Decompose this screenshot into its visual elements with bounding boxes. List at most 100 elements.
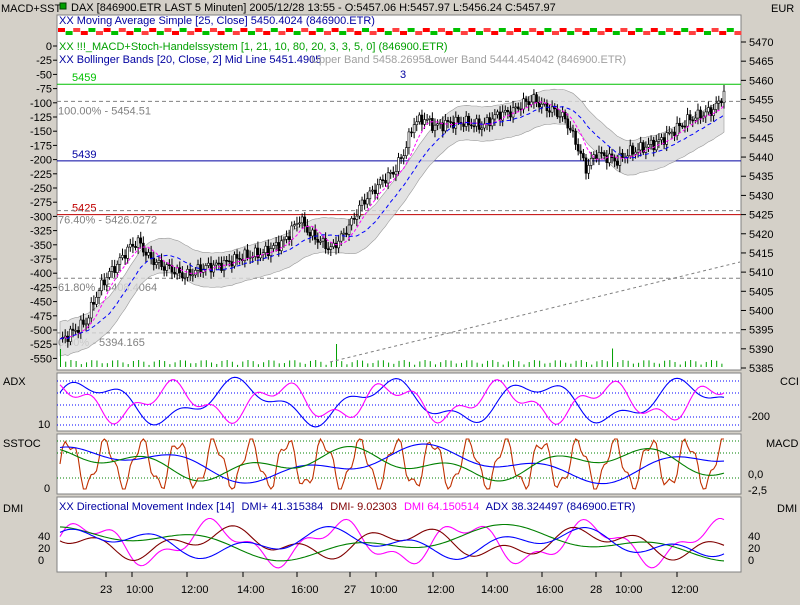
signal-cell — [422, 28, 430, 32]
candle-body — [720, 100, 723, 104]
volume-bar — [445, 360, 447, 367]
candle-body — [126, 246, 130, 259]
candle-body — [230, 261, 234, 267]
volume-bar — [263, 362, 265, 367]
candle-body — [436, 123, 439, 126]
time-axis: 23 10:00 12:00 14:00 16:00 27 10:00 12:00 14:00 1… — [100, 572, 699, 596]
candle-body — [433, 124, 437, 131]
signal-cell — [521, 31, 529, 35]
volume-bar — [247, 360, 249, 367]
candle-body — [277, 242, 281, 251]
candle-body — [337, 240, 340, 249]
signal-cell — [194, 28, 202, 32]
candle-body — [405, 147, 408, 157]
candle-body — [121, 255, 124, 259]
volume-bar — [492, 360, 494, 367]
dmi-header-title: XX Directional Movement Index [14] — [59, 501, 234, 513]
volume-bar — [580, 360, 582, 367]
candle-body — [498, 111, 502, 121]
candle-body — [579, 150, 583, 154]
candle-body — [253, 247, 257, 257]
candle-body — [707, 107, 710, 113]
candle-body — [626, 155, 629, 158]
candle-body — [673, 131, 676, 137]
left-axis-tick-label: -400 — [30, 268, 52, 280]
volume-bar — [710, 360, 712, 367]
candle-body — [597, 152, 601, 160]
dmi-right-label: DMI — [777, 503, 797, 515]
candle-body — [233, 254, 236, 267]
candle-body — [316, 239, 320, 243]
volume-bar — [617, 362, 619, 367]
signal-cell — [635, 28, 643, 32]
right-axis-tick-label: 5470 — [749, 37, 773, 49]
candle-body — [464, 115, 468, 127]
candle-body — [657, 139, 661, 142]
signal-cell — [711, 28, 719, 32]
candle-body — [634, 151, 637, 155]
candle-body — [147, 252, 150, 256]
volume-bar — [461, 362, 463, 367]
candle-body — [160, 260, 163, 267]
candle-body — [425, 119, 429, 121]
volume-bar — [65, 361, 67, 367]
stoch-macd-panel[interactable] — [56, 433, 742, 495]
signal-cell — [400, 31, 407, 35]
candle-body — [615, 160, 619, 166]
dmi-adx-value: ADX 38.324497 (846900.ETR) — [486, 501, 636, 513]
volume-bar — [242, 361, 244, 367]
signal-cell — [392, 28, 400, 32]
candle-body — [191, 274, 195, 277]
volume-bar — [356, 360, 358, 367]
signal-cell — [491, 31, 499, 35]
candle-body — [584, 157, 588, 174]
candle-body — [287, 236, 291, 240]
right-axis-tick-label: 5465 — [749, 56, 773, 68]
dmi-plus-value: DMI+ 41.315384 — [242, 501, 324, 513]
candle-body — [412, 124, 416, 134]
signal-cell — [688, 31, 696, 35]
candle-body — [467, 115, 471, 126]
left-axis-tick-label: -500 — [30, 325, 52, 337]
signal-cell — [293, 31, 301, 35]
candle-body — [363, 199, 366, 205]
left-axis-tick-label: -425 — [30, 282, 52, 294]
signal-cell — [605, 28, 613, 32]
signal-cell — [362, 28, 369, 32]
volume-bar — [325, 364, 327, 367]
volume-bar — [211, 362, 213, 367]
candle-body — [563, 111, 567, 120]
signal-cell — [88, 28, 96, 32]
candle-body — [647, 144, 650, 148]
candle-body — [509, 111, 512, 118]
signal-cell — [217, 31, 225, 35]
left-axis-tick-label: -250 — [30, 183, 52, 195]
candle-body — [665, 132, 669, 145]
volume-bar — [75, 361, 77, 367]
level-label-5425: 5425 — [72, 203, 96, 215]
signal-cell — [704, 31, 711, 35]
candle-body — [319, 240, 322, 243]
volume-bar — [164, 361, 166, 367]
adx-cci-panel[interactable] — [56, 372, 742, 432]
signal-cell — [187, 31, 195, 35]
signal-cell — [529, 28, 537, 32]
right-axis-tick-label: 5430 — [749, 190, 773, 202]
candle-body — [347, 224, 351, 235]
candle-body — [569, 127, 572, 131]
right-axis-tick-label: 5455 — [749, 95, 773, 107]
candle-body — [207, 262, 210, 266]
volume-bar — [403, 360, 405, 367]
volume-bar — [429, 361, 431, 367]
candle-body — [418, 114, 421, 123]
candle-body — [183, 276, 187, 279]
volume-bar — [554, 360, 556, 367]
volume-bar — [679, 364, 681, 367]
left-axis-tick-label: -525 — [30, 339, 52, 351]
candle-body — [290, 225, 294, 240]
candle-body — [670, 131, 674, 134]
candle-body — [660, 137, 663, 141]
volume-bar — [200, 360, 202, 367]
candle-body — [696, 109, 700, 119]
time-tick-label: 23 — [100, 584, 112, 596]
